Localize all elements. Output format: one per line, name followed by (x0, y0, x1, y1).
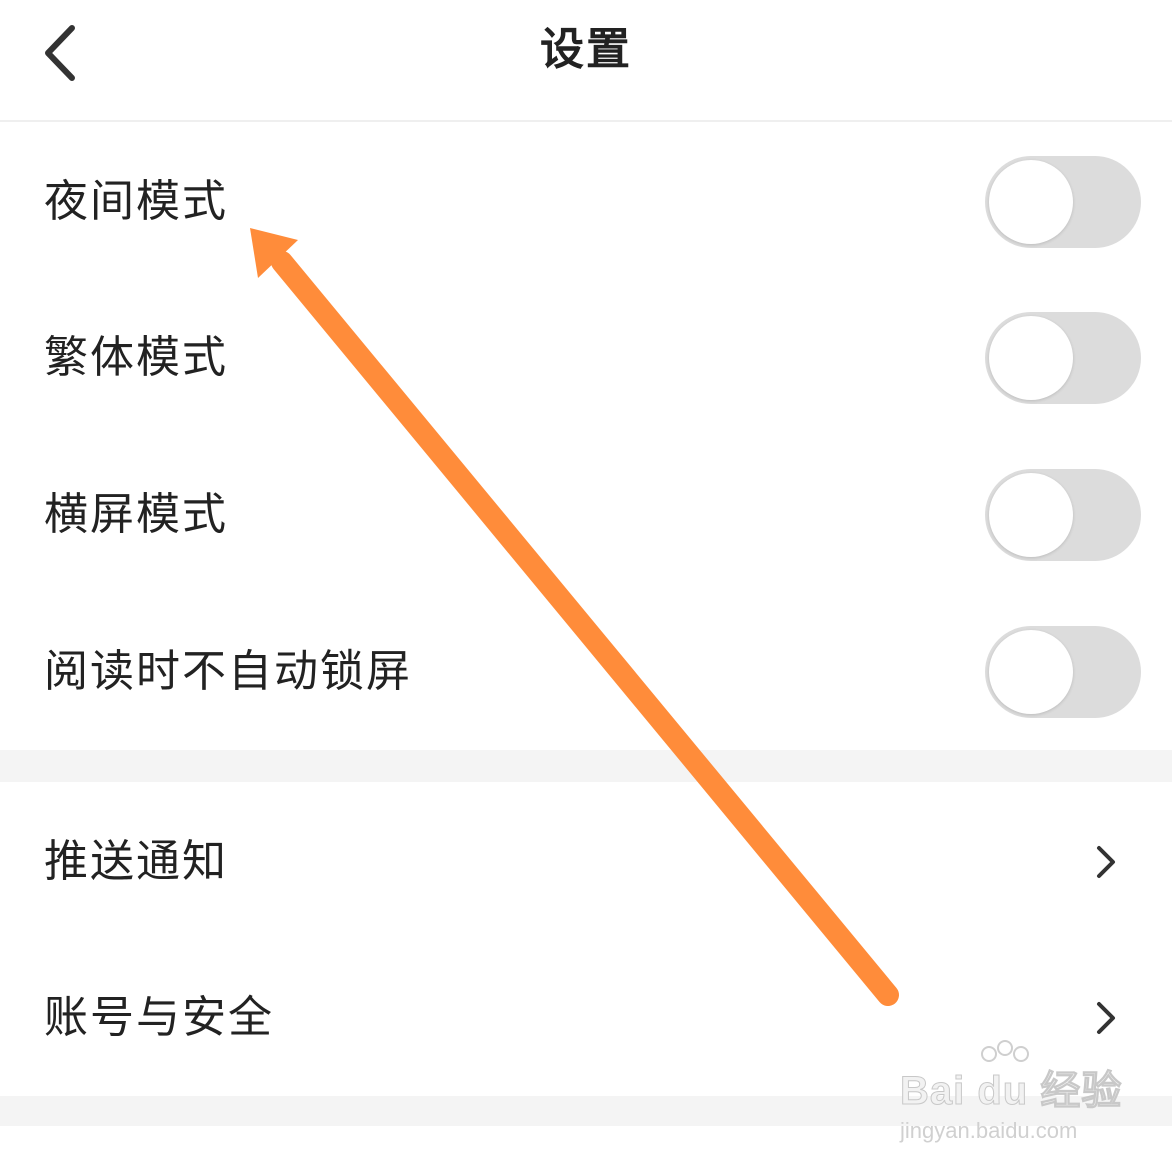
no-auto-lock-toggle[interactable] (985, 626, 1141, 718)
watermark-url: jingyan.baidu.com (900, 1118, 1078, 1143)
setting-label: 账号与安全 (44, 992, 274, 1043)
setting-label: 横屏模式 (44, 489, 228, 540)
setting-label: 繁体模式 (44, 332, 228, 383)
toggle-knob (989, 160, 1073, 244)
setting-row-push-notifications[interactable]: 推送通知 (0, 782, 1172, 938)
page-title: 设置 (540, 24, 632, 75)
setting-label: 推送通知 (44, 836, 228, 887)
section-divider (0, 750, 1172, 782)
nav-header: 设置 (0, 0, 1172, 122)
setting-row-night-mode: 夜间模式 (0, 124, 1172, 280)
setting-label: 阅读时不自动锁屏 (44, 646, 412, 697)
night-mode-toggle[interactable] (985, 156, 1141, 248)
toggle-knob (989, 630, 1073, 714)
chevron-right-icon (1097, 846, 1115, 878)
setting-row-traditional-mode: 繁体模式 (0, 280, 1172, 436)
setting-row-landscape-mode: 横屏模式 (0, 437, 1172, 593)
toggle-knob (989, 316, 1073, 400)
watermark-brand: Bai du 经验 (899, 1069, 1123, 1114)
toggle-knob (989, 473, 1073, 557)
setting-row-no-auto-lock: 阅读时不自动锁屏 (0, 594, 1172, 750)
traditional-mode-toggle[interactable] (985, 312, 1141, 404)
chevron-right-icon (1097, 1002, 1115, 1034)
landscape-mode-toggle[interactable] (985, 469, 1141, 561)
baidu-jingyan-watermark: Bai du 经验 jingyan.baidu.com (895, 1040, 1125, 1150)
setting-label: 夜间模式 (44, 176, 228, 227)
settings-screen: 设置 夜间模式 繁体模式 横屏模式 阅读时不自动锁屏 推送通知 账号与安全 Ba… (0, 0, 1172, 1172)
